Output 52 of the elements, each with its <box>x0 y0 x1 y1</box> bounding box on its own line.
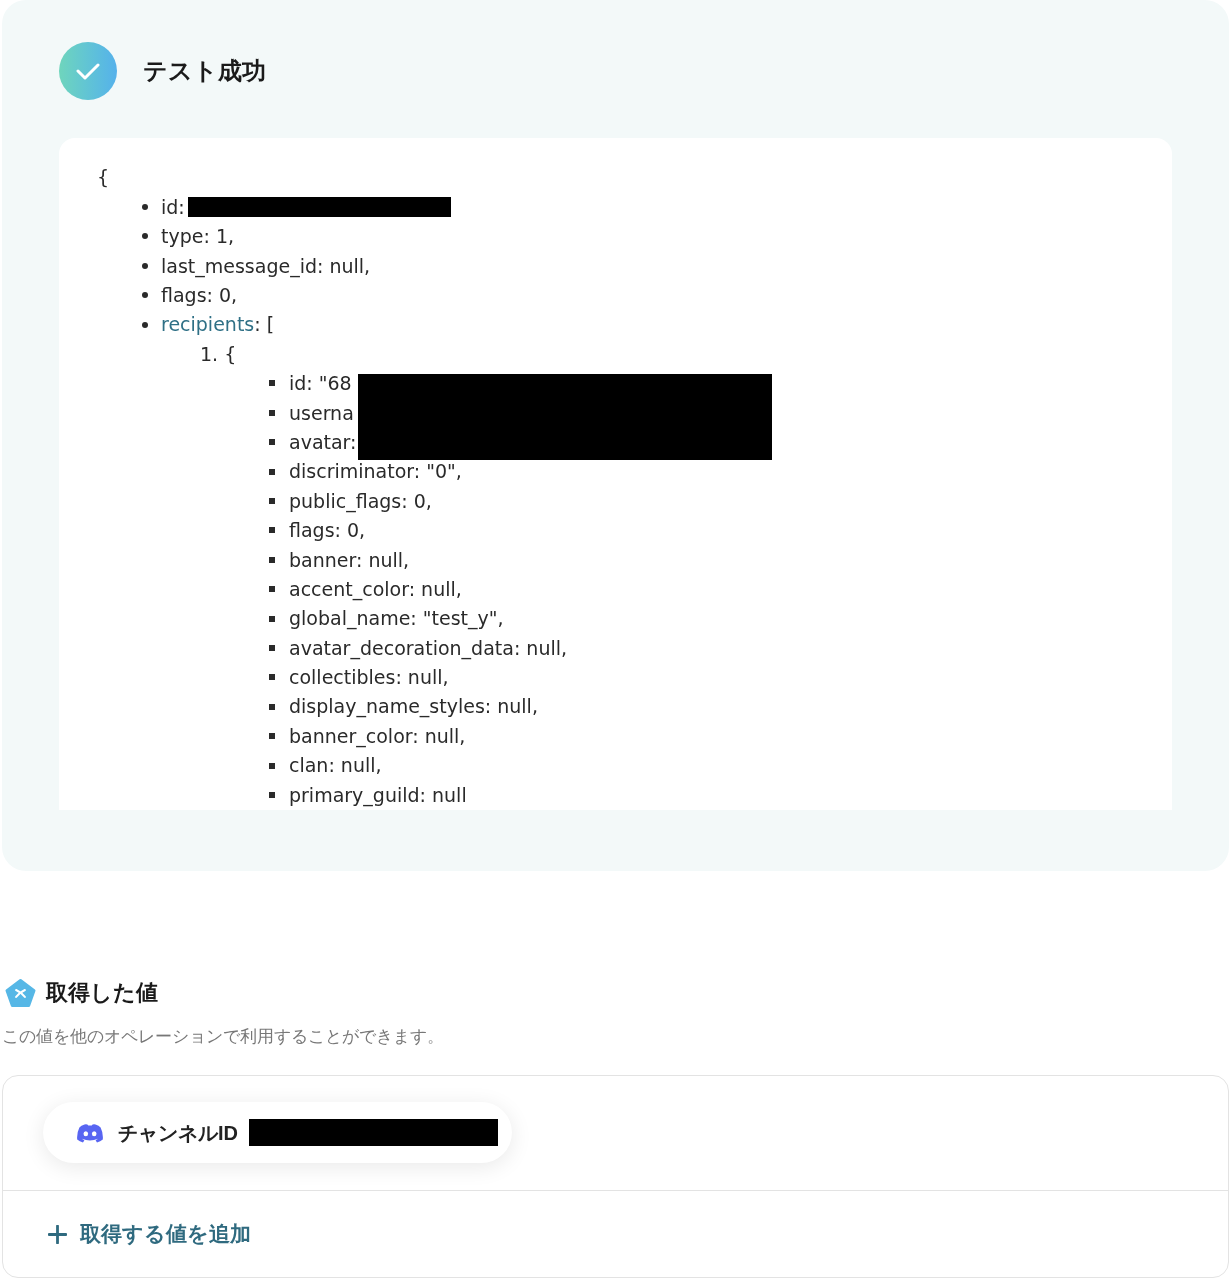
bullet-icon <box>269 468 275 475</box>
code-line: last_message_id: null, <box>161 253 371 280</box>
section-title: 取得した値 <box>46 979 158 1007</box>
value-chip[interactable]: チャンネルID <box>43 1102 512 1163</box>
bullet-icon <box>269 556 275 563</box>
bullet-icon <box>142 321 148 328</box>
bullet-icon <box>269 439 275 446</box>
code-line: accent_color: null, <box>289 576 462 603</box>
bullet-icon <box>142 262 148 269</box>
code-line: userna <box>289 400 354 426</box>
bullet-icon <box>142 204 148 211</box>
bullet-icon <box>269 791 275 798</box>
code-line: 1. { <box>200 341 237 367</box>
bullet-icon <box>269 674 275 681</box>
bullet-icon <box>269 586 275 593</box>
code-line: id: "68 <box>289 371 352 397</box>
value-label: チャンネルID <box>118 1120 238 1146</box>
section-description: この値を他のオペレーションで利用することができます。 <box>1 1026 444 1047</box>
code-line: { <box>97 165 110 191</box>
code-line: type: 1, <box>161 224 234 250</box>
bullet-icon <box>269 733 275 740</box>
plus-icon <box>48 1224 67 1244</box>
bullet-icon <box>269 762 275 769</box>
app-logo-icon <box>77 1122 103 1143</box>
code-line: display_name_styles: null, <box>289 694 538 720</box>
code-line: banner: null, <box>289 547 410 573</box>
code-line: recipients: [ <box>161 312 275 338</box>
bullet-icon <box>269 703 275 710</box>
code-line: primary_guild: null <box>289 782 467 809</box>
code-line: clan: null, <box>289 753 382 779</box>
key-link[interactable]: recipients <box>161 313 255 336</box>
code-line: banner_color: null, <box>289 723 466 750</box>
bullet-icon <box>269 644 275 651</box>
code-line: flags: 0, <box>161 283 238 308</box>
code-line: public_flags: 0, <box>289 488 432 515</box>
bullet-icon <box>142 292 148 299</box>
bullet-icon <box>142 233 148 240</box>
code-line: discriminator: "0", <box>289 459 462 485</box>
add-value-button[interactable]: 取得する値を追加 <box>48 1216 251 1252</box>
bullet-icon <box>269 615 275 622</box>
code-line: id: <box>161 194 185 220</box>
pentagon-x-icon <box>5 978 36 1008</box>
bullet-icon <box>269 527 275 534</box>
code-line: flags: 0, <box>289 518 366 544</box>
code-line: avatar_decoration_data: null, <box>289 635 568 662</box>
code-line: global_name: "test_y", <box>289 606 504 632</box>
code-line: avatar: <box>289 429 357 455</box>
bullet-icon <box>269 409 275 416</box>
bullet-icon <box>269 498 275 504</box>
status-title: テスト成功 <box>143 56 266 86</box>
bullet-icon <box>269 380 275 387</box>
code-line: collectibles: null, <box>289 665 449 691</box>
